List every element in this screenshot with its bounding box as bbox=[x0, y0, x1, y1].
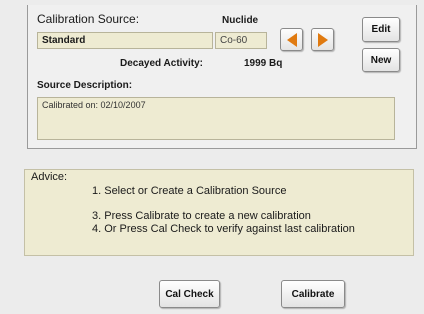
left-arrow-icon bbox=[286, 32, 297, 47]
nuclide-label: Nuclide bbox=[222, 15, 259, 26]
calibrate-button[interactable]: Calibrate bbox=[281, 280, 345, 308]
advice-line: 1. Select or Create a Calibration Source bbox=[92, 185, 287, 197]
source-description-field[interactable]: Calibrated on: 02/10/2007 bbox=[37, 97, 395, 140]
cal-check-button[interactable]: Cal Check bbox=[159, 280, 220, 308]
advice-panel: Advice: 1. Select or Create a Calibratio… bbox=[24, 169, 414, 256]
right-arrow-icon bbox=[317, 32, 328, 47]
source-description-label: Source Description: bbox=[37, 80, 133, 91]
decayed-activity-value: 1999 Bq bbox=[244, 58, 283, 69]
calibration-source-panel: Calibration Source: Standard Nuclide Co-… bbox=[27, 5, 417, 149]
edit-button[interactable]: Edit bbox=[362, 17, 400, 42]
calibration-source-field[interactable]: Standard bbox=[37, 32, 213, 49]
advice-line: 3. Press Calibrate to create a new calib… bbox=[92, 210, 311, 222]
nuclide-field[interactable]: Co-60 bbox=[215, 32, 267, 49]
decayed-activity-label: Decayed Activity: bbox=[120, 58, 203, 69]
advice-title: Advice: bbox=[31, 171, 68, 183]
previous-source-button[interactable] bbox=[280, 28, 303, 51]
calibration-source-label: Calibration Source: bbox=[37, 12, 140, 26]
advice-line: 4. Or Press Cal Check to verify against … bbox=[92, 223, 355, 235]
new-button[interactable]: New bbox=[362, 48, 400, 72]
next-source-button[interactable] bbox=[311, 28, 334, 51]
